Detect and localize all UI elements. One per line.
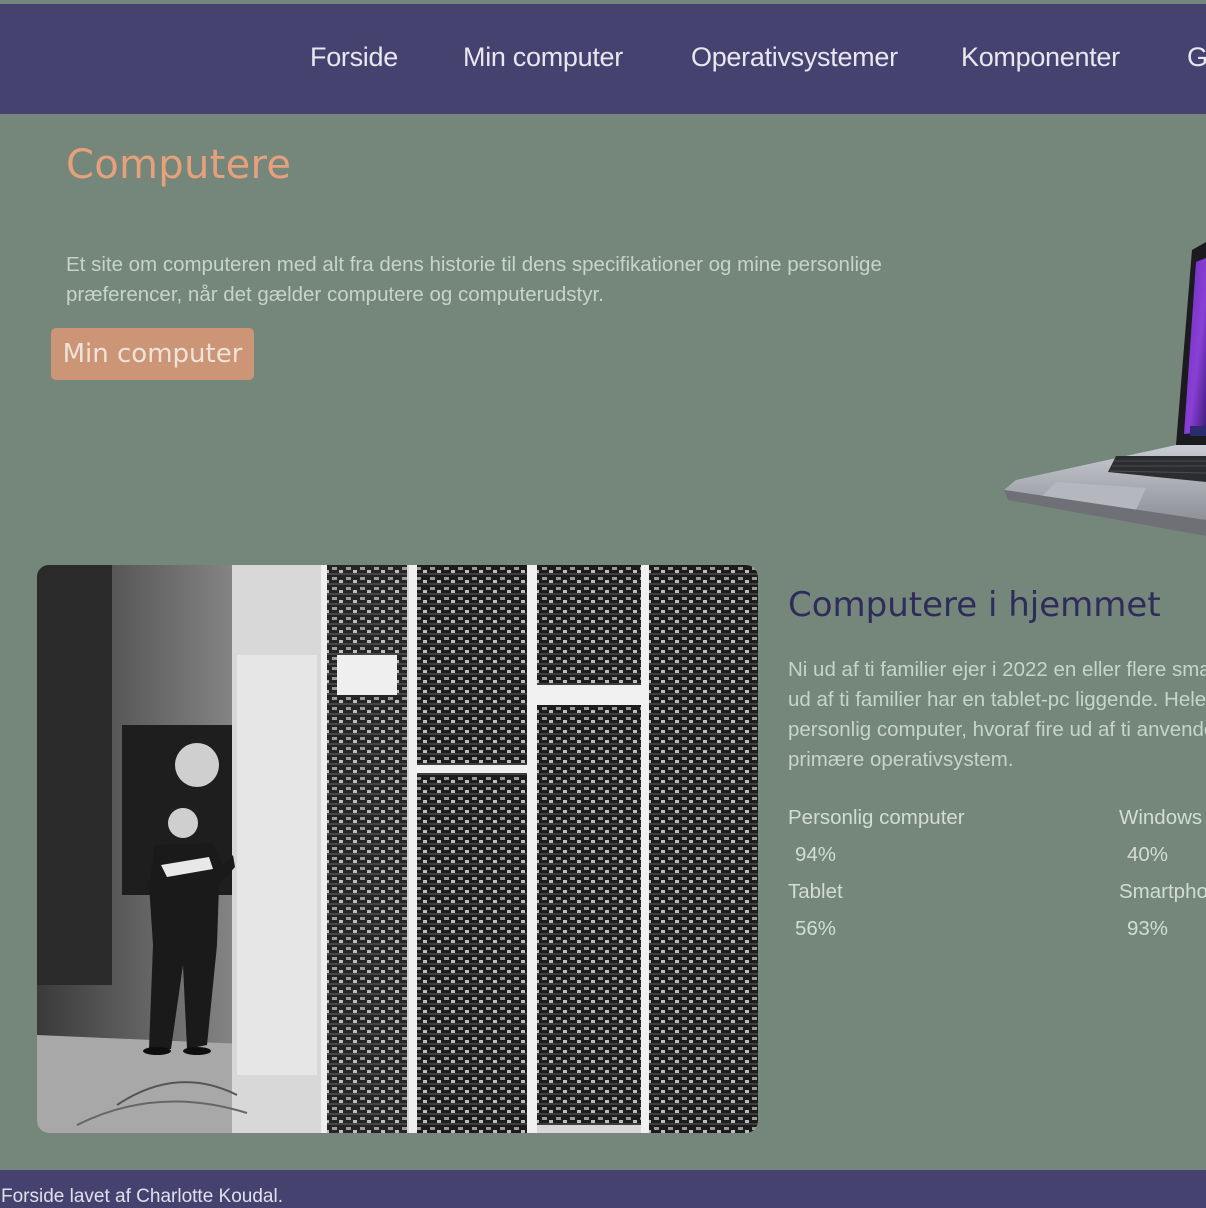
page: Forside Min computer Operativsystemer Ko… xyxy=(0,0,1206,1208)
main-navigation: Forside Min computer Operativsystemer Ko… xyxy=(0,4,1206,114)
stat-value-windows: 40% xyxy=(1127,843,1169,866)
nav-item-komponenter[interactable]: Komponenter xyxy=(961,42,1120,73)
nav-item-min-computer[interactable]: Min computer xyxy=(463,42,623,73)
stat-value-personlig-computer: 94% xyxy=(795,843,837,866)
section-description-line-2: ud af ti familier har en tablet-pc ligge… xyxy=(788,688,1206,711)
stat-label-personlig-computer: Personlig computer xyxy=(788,806,965,829)
nav-item-cut-off[interactable]: G xyxy=(1187,42,1206,73)
stat-value-smartphone: 93% xyxy=(1127,917,1169,940)
hero-description-line-1: Et site om computeren med alt fra dens h… xyxy=(66,253,882,276)
section-description-line-1: Ni ud af ti familier ejer i 2022 en elle… xyxy=(788,658,1206,681)
laptop-image xyxy=(1004,242,1206,536)
section-title-computere-i-hjemmet: Computere i hjemmet xyxy=(788,585,1161,625)
stat-label-tablet: Tablet xyxy=(788,880,843,903)
section-description-line-3: personlig computer, hvoraf fire ud af ti… xyxy=(788,718,1206,741)
stat-label-windows: Windows xyxy=(1119,806,1203,829)
section-description: Ni ud af ti familier ejer i 2022 en elle… xyxy=(788,655,1206,775)
hero-description: Et site om computeren med alt fra dens h… xyxy=(66,250,896,310)
section-description-line-4: primære operativsystem. xyxy=(788,748,1014,771)
footer: Forside lavet af Charlotte Koudal. xyxy=(0,1170,1206,1208)
min-computer-button[interactable]: Min computer xyxy=(51,328,254,380)
hero-title: Computere xyxy=(66,142,292,188)
stat-value-tablet: 56% xyxy=(795,917,837,940)
nav-item-operativsystemer[interactable]: Operativsystemer xyxy=(691,42,898,73)
nav-item-forside[interactable]: Forside xyxy=(310,42,398,73)
stat-label-smartphone: Smartpho xyxy=(1119,880,1206,903)
historic-computer-photo xyxy=(37,565,758,1133)
hero-description-line-2: præferencer, når det gælder computere og… xyxy=(66,283,604,306)
footer-credit: Forside lavet af Charlotte Koudal. xyxy=(1,1186,283,1207)
